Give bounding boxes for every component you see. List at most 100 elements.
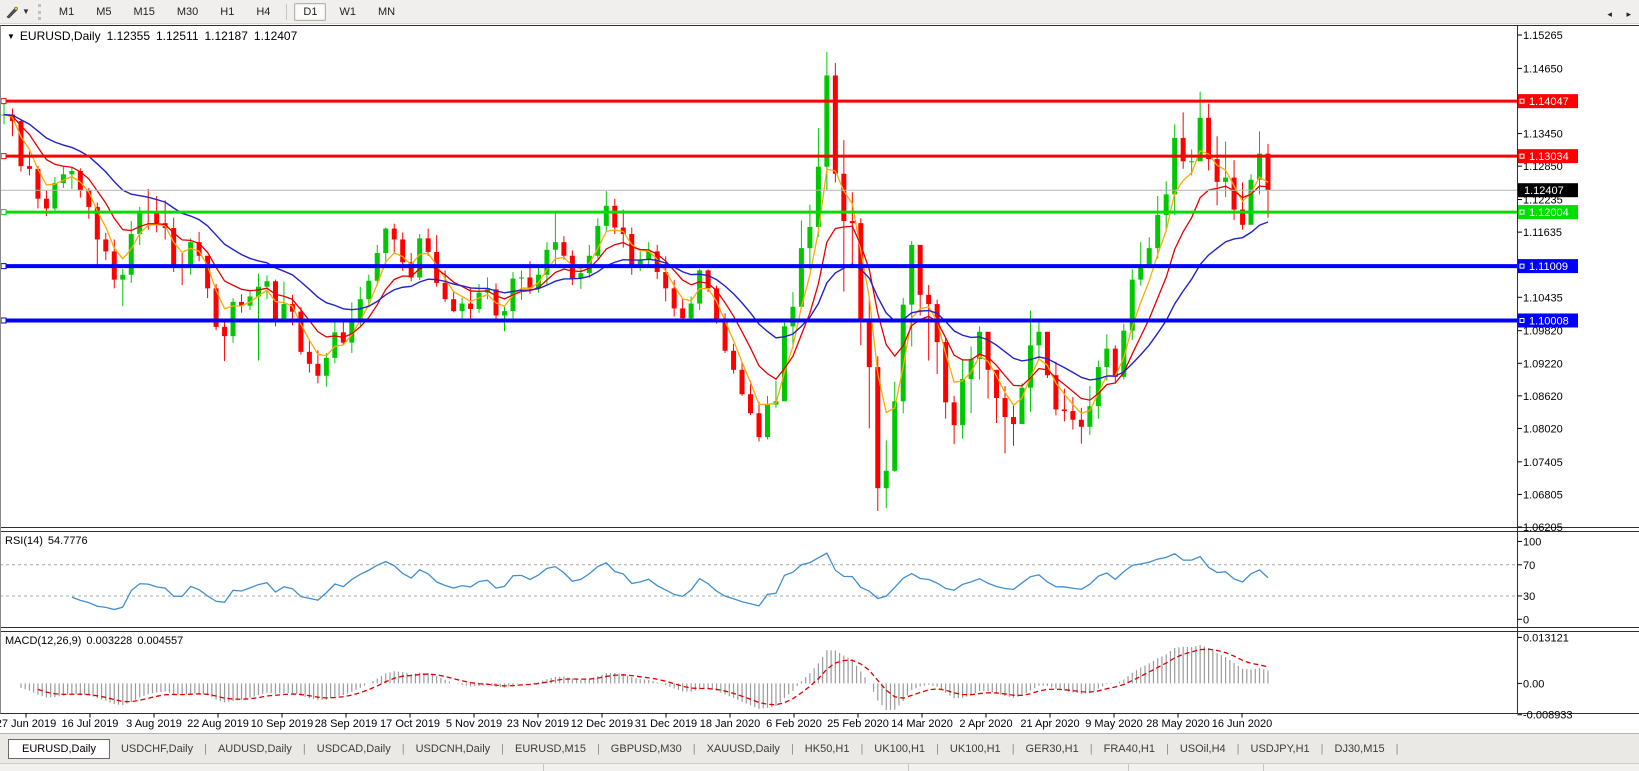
chart-tab-gbpusd-m30[interactable]: GBPUSD,M30 bbox=[600, 740, 693, 758]
bull-candle bbox=[544, 249, 550, 275]
timeframe-button-m1[interactable]: M1 bbox=[50, 3, 83, 21]
bull-candle bbox=[790, 306, 796, 327]
price-badge-label: 1.11009 bbox=[1529, 261, 1568, 273]
bull-candle bbox=[688, 303, 694, 319]
level-handle[interactable] bbox=[0, 209, 7, 216]
macd-tick-label: -0.008933 bbox=[1523, 710, 1573, 722]
toolbar-separator bbox=[286, 3, 288, 20]
timeframe-button-m15[interactable]: M15 bbox=[124, 3, 163, 21]
bull-candle bbox=[960, 379, 966, 426]
chart-tabs: EURUSD,Daily USDCHF,Daily | AUDUSD,Daily | US… bbox=[0, 733, 1639, 764]
level-handle[interactable] bbox=[0, 263, 7, 270]
bear-candle bbox=[468, 303, 474, 309]
bear-candle bbox=[875, 367, 881, 489]
chart-tab-usdjpy-h1[interactable]: USDJPY,H1 bbox=[1240, 740, 1321, 758]
date-tick-label: 5 Nov 2019 bbox=[446, 718, 502, 730]
level-handle[interactable] bbox=[0, 98, 7, 105]
bull-candle bbox=[1036, 331, 1042, 346]
timeframe-button-m5[interactable]: M5 bbox=[87, 3, 120, 21]
bull-candle bbox=[120, 274, 126, 280]
cursor-tool-icon[interactable] bbox=[3, 3, 21, 21]
rsi-name: RSI(14) bbox=[5, 535, 43, 547]
date-tick-label: 17 Oct 2019 bbox=[380, 718, 440, 730]
bear-candle bbox=[680, 308, 686, 319]
bull-candle bbox=[697, 270, 703, 304]
chart-tab-usdcad-daily[interactable]: USDCAD,Daily bbox=[306, 740, 402, 758]
date-tick-label: 6 Feb 2020 bbox=[766, 718, 822, 730]
bull-candle bbox=[552, 242, 558, 250]
bull-candle bbox=[518, 277, 524, 279]
rsi-tick-label: 100 bbox=[1523, 536, 1541, 548]
timeframe-buttons: M1 M5 M15 M30 H1 H4 D1 W1 MN bbox=[48, 2, 406, 21]
bull-candle bbox=[188, 242, 194, 268]
timeframe-button-d1[interactable]: D1 bbox=[294, 2, 327, 21]
chart-tab-audusd-daily[interactable]: AUDUSD,Daily bbox=[207, 740, 303, 758]
bull-candle bbox=[459, 303, 465, 312]
bear-candle bbox=[154, 212, 160, 224]
bull-candle bbox=[366, 280, 372, 300]
date-tick-label: 16 Jul 2019 bbox=[62, 718, 119, 730]
chart-tab-usoil-h4[interactable]: USOil,H4 bbox=[1169, 740, 1237, 758]
bull-candle bbox=[281, 304, 287, 319]
bull-candle bbox=[603, 205, 609, 226]
ohlc-open: 1.12355 bbox=[106, 29, 150, 43]
collapse-triangle-icon[interactable]: ▼ bbox=[7, 32, 15, 41]
macd-label: MACD(12,26,9) 0.003228 0.004557 bbox=[5, 635, 188, 647]
macd-signal-value: 0.004557 bbox=[137, 635, 184, 647]
tab-scroll-right[interactable]: ▸ bbox=[1626, 9, 1631, 19]
bull-candle bbox=[1248, 179, 1254, 225]
chart-tab-eurusd-m15[interactable]: EURUSD,M15 bbox=[504, 740, 597, 758]
bull-candle bbox=[52, 182, 58, 209]
chart-tab-uk100-h1[interactable]: UK100,H1 bbox=[939, 740, 1012, 758]
bear-candle bbox=[926, 294, 932, 305]
chart-tab-hk50-h1[interactable]: HK50,H1 bbox=[794, 740, 861, 758]
price-badge-label: 1.13034 bbox=[1529, 151, 1569, 163]
chart-tab-dj30-m15[interactable]: DJ30,M15 bbox=[1324, 740, 1396, 758]
date-tick-label: 31 Dec 2019 bbox=[635, 718, 697, 730]
bull-candle bbox=[1155, 215, 1161, 249]
date-tick-label: 22 Aug 2019 bbox=[187, 718, 249, 730]
chart-tab-usdchf-daily[interactable]: USDCHF,Daily bbox=[110, 740, 204, 758]
bear-candle bbox=[1011, 417, 1017, 425]
rsi-label: RSI(14) 54.7776 bbox=[5, 535, 93, 547]
rsi-tick-label: 30 bbox=[1523, 591, 1535, 603]
bear-candle bbox=[731, 350, 737, 370]
bull-candle bbox=[137, 210, 143, 235]
chart-symbol-label: EURUSD,Daily bbox=[19, 29, 101, 43]
chevron-down-icon[interactable]: ▼ bbox=[22, 7, 30, 16]
chart-title: ▼ EURUSD,Daily 1.12355 1.12511 1.12187 1.1240… bbox=[7, 29, 303, 43]
date-tick-label: 16 Jun 2020 bbox=[1212, 718, 1273, 730]
chart-tab-xauusd-daily[interactable]: XAUUSD,Daily bbox=[696, 740, 791, 758]
date-tick-label: 28 May 2020 bbox=[1146, 718, 1210, 730]
bull-candle bbox=[383, 228, 389, 254]
timeframe-button-h1[interactable]: H1 bbox=[211, 3, 243, 21]
bull-candle bbox=[502, 311, 508, 316]
price-tick-label: 1.10435 bbox=[1523, 292, 1563, 304]
chart-tab-fra40-h1[interactable]: FRA40,H1 bbox=[1093, 740, 1166, 758]
level-handle[interactable] bbox=[0, 317, 7, 324]
timeframe-button-m30[interactable]: M30 bbox=[168, 3, 207, 21]
ohlc-low: 1.12187 bbox=[204, 29, 248, 43]
price-tick-label: 1.11635 bbox=[1523, 227, 1562, 239]
bear-candle bbox=[1061, 409, 1067, 412]
bull-candle bbox=[1095, 367, 1101, 407]
bear-candle bbox=[391, 228, 397, 240]
timeframe-button-h4[interactable]: H4 bbox=[247, 3, 279, 21]
ohlc-high: 1.12511 bbox=[156, 29, 199, 43]
bear-candle bbox=[26, 166, 32, 169]
chart-svg[interactable]: 1.152651.146501.134501.128501.122351.116… bbox=[0, 0, 1639, 770]
chart-tab-usdcnh-daily[interactable]: USDCNH,Daily bbox=[405, 740, 502, 758]
date-tick-label: 3 Aug 2019 bbox=[126, 718, 182, 730]
chart-tab-ger30-h1[interactable]: GER30,H1 bbox=[1015, 740, 1090, 758]
chart-tab-eurusd-daily[interactable]: EURUSD,Daily bbox=[8, 739, 110, 759]
tab-scroll-left[interactable]: ◂ bbox=[1607, 9, 1612, 19]
timeframe-button-w1[interactable]: W1 bbox=[330, 3, 365, 21]
bear-candle bbox=[705, 270, 711, 289]
chart-tab-uk100-h1[interactable]: UK100,H1 bbox=[863, 740, 936, 758]
level-handle[interactable] bbox=[0, 153, 7, 160]
toolbar: ▼ M1 M5 M15 M30 H1 H4 D1 W1 MN bbox=[0, 0, 1639, 24]
date-tick-label: 14 Mar 2020 bbox=[891, 718, 953, 730]
timeframe-button-mn[interactable]: MN bbox=[369, 3, 404, 21]
date-tick-label: 18 Jan 2020 bbox=[700, 718, 761, 730]
bear-candle bbox=[917, 244, 923, 295]
